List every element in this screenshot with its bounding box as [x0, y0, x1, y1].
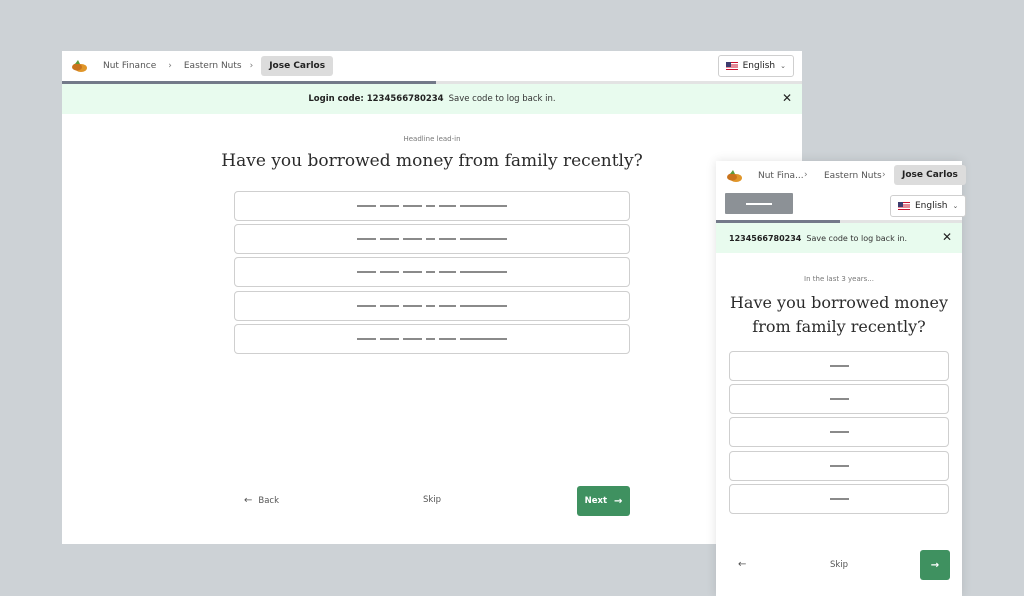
- breadcrumb-jose-carlos[interactable]: Jose Carlos: [894, 165, 966, 185]
- mobile-window: Nut Fina... › Eastern Nuts › Jose Carlos…: [716, 161, 967, 596]
- login-code-banner: 1234566780234 Save code to log back in. …: [716, 223, 962, 253]
- chevron-right-icon: ›: [804, 170, 808, 180]
- breadcrumb-jose-carlos[interactable]: Jose Carlos: [261, 56, 334, 76]
- us-flag-icon: [898, 202, 910, 210]
- breadcrumb-eastern-nuts[interactable]: Eastern Nuts: [184, 61, 242, 71]
- next-button[interactable]: →: [920, 550, 950, 580]
- login-code: 1234566780234: [729, 233, 802, 243]
- question-headline: Have you borrowed money from family rece…: [716, 291, 962, 339]
- answer-option[interactable]: [729, 351, 949, 381]
- answer-option[interactable]: [234, 324, 630, 354]
- language-label: English: [742, 61, 776, 71]
- menu-button[interactable]: [725, 193, 793, 214]
- chevron-right-icon: ›: [249, 61, 254, 71]
- headline-lead-in: In the last 3 years...: [804, 275, 874, 283]
- chevron-right-icon: ›: [882, 170, 886, 180]
- breadcrumb-nut-finance[interactable]: Nut Fina...: [758, 171, 804, 181]
- desktop-window: Nut Finance › Eastern Nuts › Jose Carlos…: [62, 51, 802, 544]
- skip-button[interactable]: Skip: [830, 560, 848, 570]
- answer-option[interactable]: [234, 224, 630, 254]
- answer-option[interactable]: [234, 291, 630, 321]
- headline-lead-in: Headline lead-in: [403, 135, 461, 143]
- desktop-top-bar: Nut Finance › Eastern Nuts › Jose Carlos…: [62, 51, 802, 81]
- chevron-right-icon: ›: [168, 61, 172, 71]
- language-select[interactable]: English ⌄: [717, 55, 794, 77]
- headline-line-1: Have you borrowed money: [729, 293, 949, 312]
- close-icon[interactable]: ✕: [782, 91, 792, 105]
- banner-message: Save code to log back in.: [806, 233, 908, 243]
- back-label: Back: [258, 495, 280, 506]
- back-button[interactable]: ←: [738, 559, 746, 570]
- language-label: English: [915, 201, 948, 211]
- answer-option[interactable]: [729, 417, 949, 447]
- close-icon[interactable]: ✕: [942, 230, 952, 244]
- arrow-left-icon: ←: [244, 495, 253, 506]
- login-code-banner: Login code: 1234566780234 Save code to l…: [62, 84, 802, 114]
- question-headline: Have you borrowed money from family rece…: [221, 151, 643, 171]
- menu-bar-icon: [746, 202, 772, 205]
- answer-option[interactable]: [234, 257, 630, 287]
- breadcrumb-nut-finance[interactable]: Nut Finance: [103, 61, 156, 71]
- answer-option[interactable]: [729, 451, 949, 481]
- answer-option[interactable]: [234, 191, 630, 221]
- next-button[interactable]: Next →: [577, 486, 630, 516]
- nut-logo-icon[interactable]: [69, 58, 89, 74]
- arrow-right-icon: →: [930, 559, 940, 571]
- breadcrumb-eastern-nuts[interactable]: Eastern Nuts: [824, 171, 882, 181]
- nut-logo-icon[interactable]: [724, 168, 744, 184]
- chevron-down-icon: ⌄: [780, 62, 786, 70]
- arrow-right-icon: →: [614, 495, 623, 507]
- back-button[interactable]: ← Back: [244, 495, 279, 506]
- answer-option[interactable]: [729, 384, 949, 414]
- banner-message: Save code to log back in.: [448, 94, 556, 104]
- chevron-down-icon: ⌄: [952, 202, 959, 210]
- us-flag-icon: [725, 62, 738, 70]
- answer-option[interactable]: [729, 484, 949, 514]
- login-code: Login code: 1234566780234: [308, 94, 444, 104]
- arrow-left-icon: ←: [738, 559, 747, 570]
- skip-button[interactable]: Skip: [423, 495, 441, 505]
- headline-line-2: from family recently?: [752, 317, 926, 336]
- language-select[interactable]: English ⌄: [890, 195, 967, 217]
- next-label: Next: [584, 496, 608, 506]
